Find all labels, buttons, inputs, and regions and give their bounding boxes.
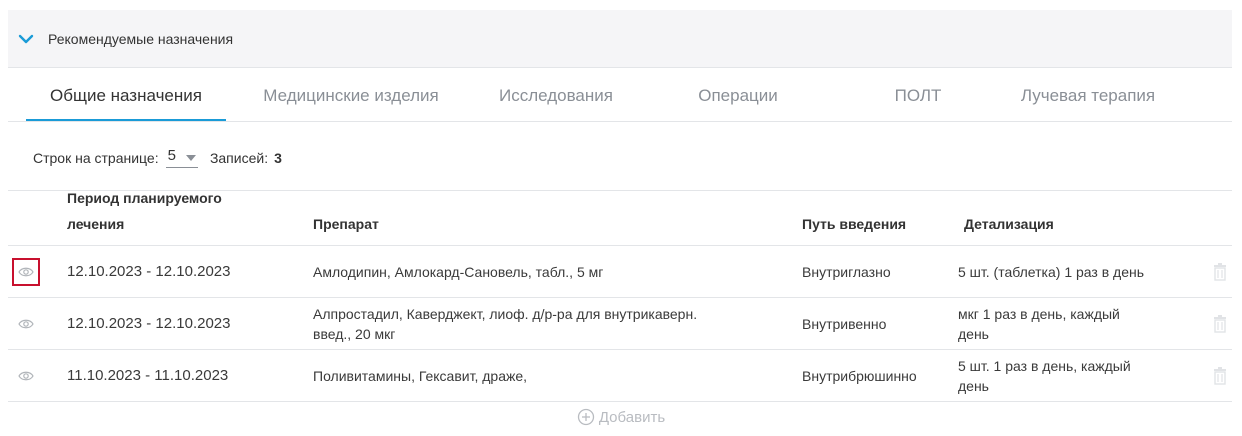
plus-circle-icon [577,408,594,426]
eye-icon[interactable] [12,258,40,286]
column-header-drug: Препарат [313,216,379,232]
column-header-period-line1: Период планируемого [67,190,222,206]
chevron-down-icon[interactable] [18,31,34,47]
tab-polt[interactable]: ПОЛТ [858,68,978,120]
prescriptions-table: Период планируемого лечения Препарат Пут… [8,190,1232,402]
table-row: 11.10.2023 - 11.10.2023 Поливитамины, Ге… [8,350,1232,402]
cell-drug-line1: Алпростадил, Каверджект, лиоф. д/р-ра дл… [313,305,698,322]
table-row: 12.10.2023 - 12.10.2023 Алпростадил, Кав… [8,298,1232,350]
cell-detail-line2: день [958,325,989,342]
column-header-period: Период планируемого лечения [67,185,222,237]
cell-detail-line1: 5 шт. (таблетка) 1 раз в день [958,263,1145,280]
eye-icon[interactable] [12,362,40,390]
trash-icon[interactable] [1213,367,1227,385]
cell-period: 12.10.2023 - 12.10.2023 [67,262,231,280]
section-header[interactable]: Рекомендуемые назначения [8,10,1232,68]
table-header: Период планируемого лечения Препарат Пут… [8,190,1232,246]
cell-detail: мкг 1 раз в день, каждый день [958,298,1198,349]
column-header-period-line2: лечения [67,216,125,232]
cell-detail: 5 шт. 1 раз в день, каждый день [958,350,1198,401]
column-header-route: Путь введения [802,216,907,232]
tab-research[interactable]: Исследования [476,68,636,120]
cell-detail-line1: мкг 1 раз в день, каждый [958,305,1120,322]
tab-radiation-therapy[interactable]: Лучевая терапия [978,68,1198,120]
table-row: 12.10.2023 - 12.10.2023 Амлодипин, Амлок… [8,246,1232,298]
cell-drug-line1: Поливитамины, Гексавит, драже, [313,367,528,384]
cell-route: Внутриглазно [802,263,891,280]
trash-icon[interactable] [1213,315,1227,333]
tab-medical-devices[interactable]: Медицинские изделия [241,68,461,120]
cell-drug: Амлодипин, Амлокард-Сановель, табл., 5 м… [313,246,793,297]
add-button-label: Добавить [598,408,666,426]
rows-per-page-label: Строк на странице: [33,150,159,166]
rows-per-page-value: 5 [167,146,176,164]
cell-period: 11.10.2023 - 11.10.2023 [67,366,229,384]
cell-detail-line2: день [958,377,989,394]
add-button[interactable]: Добавить [0,408,1242,426]
records-count: 3 [274,150,282,166]
records-label: Записей: [209,150,269,166]
tab-general[interactable]: Общие назначения [26,68,226,121]
cell-detail-line1: 5 шт. 1 раз в день, каждый [958,357,1131,374]
pagination-bar: Строк на странице: 5 Записей: 3 [33,143,282,173]
cell-route: Внутривенно [802,315,887,332]
tab-operations[interactable]: Операции [668,68,808,120]
caret-down-icon [185,154,196,161]
rows-per-page-select[interactable]: 5 [165,146,198,168]
section-title: Рекомендуемые назначения [48,30,234,47]
cell-period: 12.10.2023 - 12.10.2023 [67,314,231,332]
tab-bar: Общие назначения Медицинские изделия Исс… [8,68,1232,122]
column-header-detail: Детализация [964,216,1054,232]
cell-detail: 5 шт. (таблетка) 1 раз в день [958,246,1198,297]
cell-drug-line2: введ., 20 мкг [313,325,396,342]
eye-icon[interactable] [12,310,40,338]
cell-drug: Алпростадил, Каверджект, лиоф. д/р-ра дл… [313,298,793,349]
cell-route: Внутрибрюшинно [802,367,917,384]
cell-drug: Поливитамины, Гексавит, драже, [313,350,793,401]
cell-drug-line1: Амлодипин, Амлокард-Сановель, табл., 5 м… [313,263,604,280]
trash-icon[interactable] [1213,263,1227,281]
